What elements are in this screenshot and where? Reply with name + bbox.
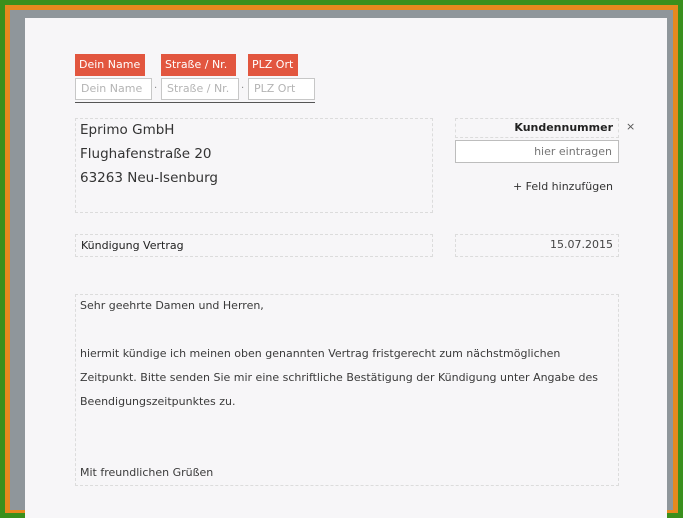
body-line-1: hiermit kündige ich meinen oben genannte…	[80, 347, 561, 360]
separator-dot: ·	[154, 83, 158, 94]
date-text: 15.07.2015	[550, 238, 613, 251]
recipient-company: Eprimo GmbH	[80, 122, 175, 138]
salutation-text: Sehr geehrte Damen und Herren,	[80, 299, 264, 312]
customer-number-label: Kundennummer	[514, 121, 613, 134]
sender-city-field[interactable]: PLZ Ort	[248, 78, 315, 100]
sender-name-tag: Dein Name	[75, 54, 145, 76]
recipient-street: Flughafenstraße 20	[80, 146, 212, 162]
letter-body-box[interactable]	[75, 294, 619, 486]
body-line-2: Zeitpunkt. Bitte senden Sie mir eine sch…	[80, 371, 599, 384]
sender-street-tag: Straße / Nr.	[161, 54, 236, 76]
sender-underline	[75, 102, 315, 103]
sender-city-tag: PLZ Ort	[248, 54, 298, 76]
add-field-button[interactable]: + Feld hinzufügen	[455, 180, 613, 193]
closing-text: Mit freundlichen Grüßen	[80, 466, 214, 479]
recipient-city: 63263 Neu-Isenburg	[80, 170, 218, 186]
separator-dot: ·	[241, 83, 245, 94]
customer-number-input[interactable]	[455, 140, 619, 163]
sender-street-field[interactable]: Straße / Nr.	[161, 78, 239, 100]
remove-field-icon[interactable]: ×	[626, 120, 635, 133]
sender-name-field[interactable]: Dein Name	[75, 78, 152, 100]
body-line-3: Beendigungszeitpunktes zu.	[80, 395, 236, 408]
subject-text: Kündigung Vertrag	[81, 239, 184, 252]
